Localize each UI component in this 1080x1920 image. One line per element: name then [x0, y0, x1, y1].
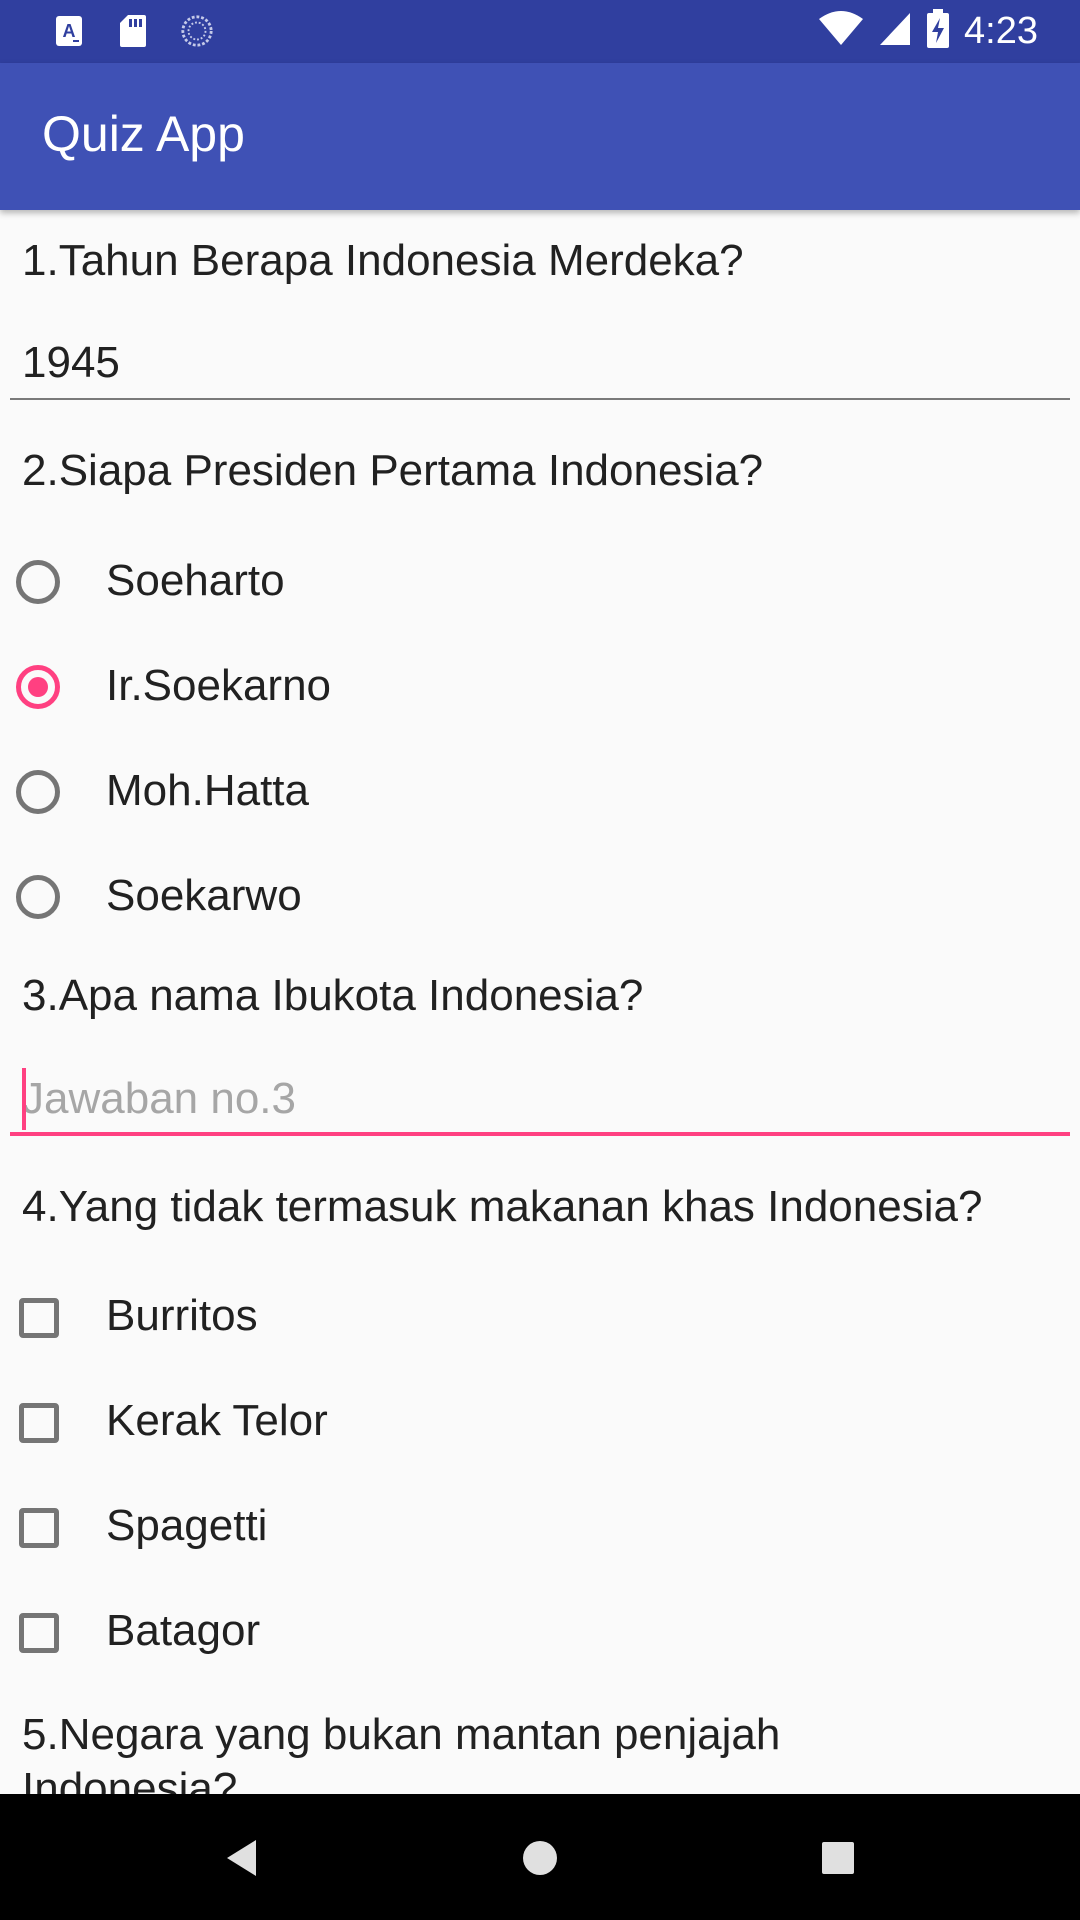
- checkbox[interactable]: [19, 1508, 59, 1548]
- sd-card-icon: [116, 12, 150, 50]
- back-icon[interactable]: [218, 1834, 266, 1882]
- q4-option-label: Burritos: [106, 1291, 258, 1340]
- answer-3-field[interactable]: Jawaban no.3: [10, 1066, 1070, 1136]
- answer-3-underline: [10, 1132, 1070, 1136]
- q4-option-spagetti[interactable]: Spagetti: [0, 1475, 1080, 1579]
- navigation-bar: [0, 1794, 1080, 1920]
- q4-option-label: Batagor: [106, 1606, 261, 1655]
- app-title: Quiz App: [42, 106, 245, 162]
- answer-1-field[interactable]: 1945: [10, 330, 1070, 400]
- question-3-text: 3.Apa nama Ibukota Indonesia?: [22, 971, 644, 1020]
- question-2-text: 2.Siapa Presiden Pertama Indonesia?: [22, 446, 764, 495]
- q2-option-label: Ir.Soekarno: [106, 661, 332, 710]
- q4-option-label: Kerak Telor: [106, 1396, 328, 1445]
- checkbox[interactable]: [19, 1613, 59, 1653]
- q4-option-kerak-telor[interactable]: Kerak Telor: [0, 1370, 1080, 1474]
- answer-1-value: 1945: [22, 338, 120, 387]
- wifi-icon: [818, 11, 864, 52]
- q2-option-label: Soekarwo: [106, 871, 302, 920]
- answer-3-placeholder: Jawaban no.3: [22, 1074, 296, 1123]
- q2-option-label: Moh.Hatta: [106, 766, 309, 815]
- radio-button[interactable]: [16, 560, 60, 604]
- home-icon[interactable]: [516, 1834, 564, 1882]
- question-4-text: 4.Yang tidak termasuk makanan khas Indon…: [22, 1182, 983, 1231]
- q2-option-ir-soekarno[interactable]: Ir.Soekarno: [0, 635, 1080, 739]
- q2-option-soekarwo[interactable]: Soekarwo: [0, 845, 1080, 949]
- clock-time: 4:23: [964, 10, 1038, 52]
- q4-option-label: Spagetti: [106, 1501, 268, 1550]
- status-bar: A 4:23: [0, 0, 1080, 63]
- q2-option-label: Soeharto: [106, 556, 285, 605]
- svg-text:A: A: [63, 21, 76, 41]
- sync-spinner-icon: [180, 12, 214, 50]
- q2-option-soeharto[interactable]: Soeharto: [0, 530, 1080, 634]
- app-bar: Quiz App: [0, 63, 1080, 210]
- cell-signal-icon: [878, 11, 912, 52]
- battery-charging-icon: [926, 9, 950, 54]
- text-cursor: [22, 1068, 26, 1130]
- q2-option-moh-hatta[interactable]: Moh.Hatta: [0, 740, 1080, 844]
- radio-button[interactable]: [16, 770, 60, 814]
- recents-icon[interactable]: [814, 1834, 862, 1882]
- question-5-text: 5.Negara yang bukan mantan penjajah Indo…: [22, 1710, 781, 1794]
- checkbox[interactable]: [19, 1298, 59, 1338]
- q4-option-batagor[interactable]: Batagor: [0, 1580, 1080, 1684]
- quiz-content[interactable]: 1.Tahun Berapa Indonesia Merdeka? 1945 2…: [0, 210, 1080, 1794]
- question-1-text: 1.Tahun Berapa Indonesia Merdeka?: [22, 236, 744, 285]
- radio-button[interactable]: [16, 875, 60, 919]
- q4-option-burritos[interactable]: Burritos: [0, 1265, 1080, 1369]
- answer-1-underline: [10, 398, 1070, 400]
- checkbox[interactable]: [19, 1403, 59, 1443]
- radio-button-selected[interactable]: [16, 665, 60, 709]
- a-box-notification-icon: A: [52, 12, 86, 50]
